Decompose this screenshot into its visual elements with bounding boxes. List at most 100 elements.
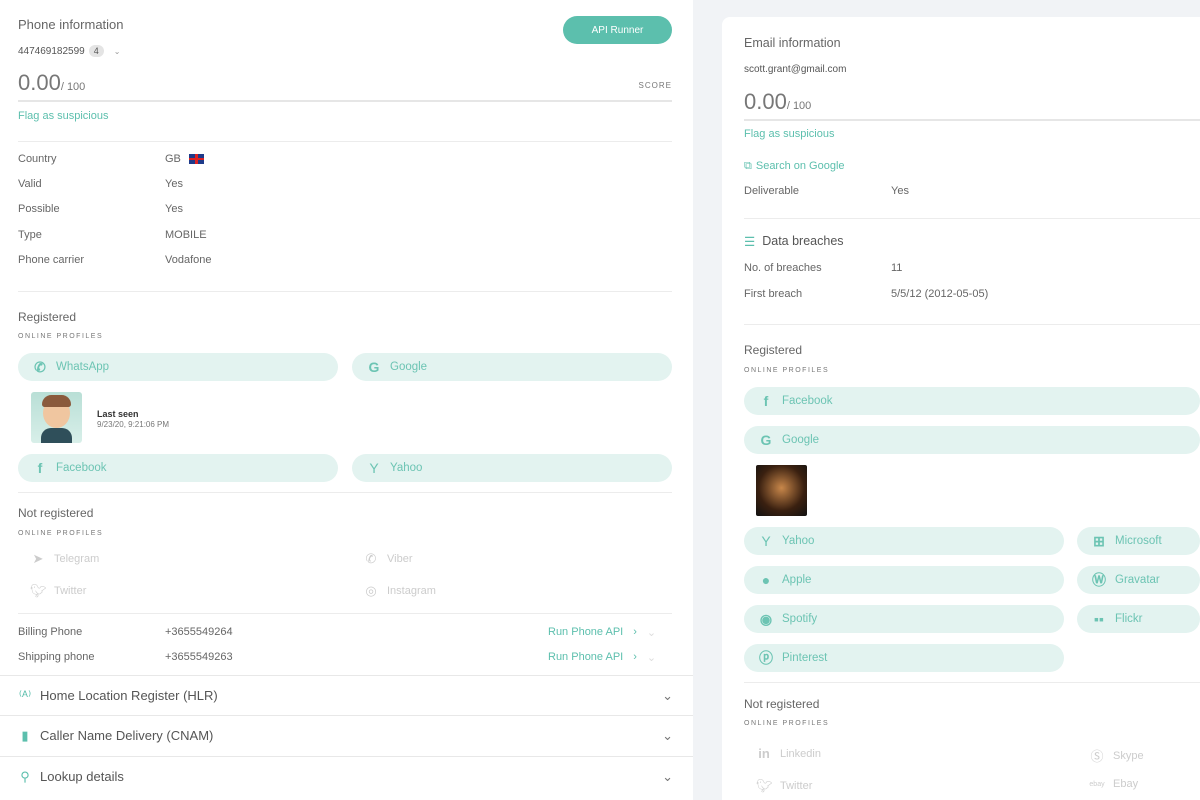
email-score: 0.00/ 100 [744, 89, 811, 115]
field-label: Phone carrier [18, 254, 85, 266]
profile-yahoo[interactable]: Y Yahoo [744, 527, 1064, 555]
yahoo-icon: Y [761, 533, 771, 549]
divider [18, 291, 672, 292]
profile-label: WhatsApp [56, 361, 110, 373]
profile-whatsapp[interactable]: ✆ WhatsApp [18, 353, 338, 381]
divider [18, 613, 672, 614]
profile-microsoft[interactable]: ⊞ Microsoft [1077, 527, 1200, 555]
online-profiles-caption: ONLINE PROFILES [18, 530, 104, 537]
score-max: / 100 [786, 100, 812, 112]
email-address[interactable]: scott.grant@gmail.com [744, 64, 846, 75]
not-registered-heading: Not registered [18, 506, 94, 520]
pinterest-icon: ⓟ [759, 650, 773, 666]
search-icon: ⚲ [20, 768, 30, 784]
flag-suspicious-link[interactable]: Flag as suspicious [744, 128, 835, 140]
profile-google[interactable]: G Google [744, 426, 1200, 454]
first-breach-label: First breach [744, 288, 803, 300]
profile-yahoo[interactable]: Y Yahoo [352, 454, 672, 482]
linkedin-icon: in [758, 746, 770, 761]
field-value: GB [165, 153, 181, 165]
uk-flag-icon [188, 154, 204, 164]
field-label: Country [18, 153, 57, 165]
viber-icon: ✆ [365, 551, 377, 566]
run-phone-api-shipping[interactable]: Run Phone API › ⌄ [548, 651, 656, 664]
avatar [31, 392, 82, 443]
profile-spotify[interactable]: ◉ Spotify [744, 605, 1064, 633]
score-bar [18, 100, 672, 102]
online-profiles-caption: ONLINE PROFILES [744, 720, 830, 727]
profile-label: Google [782, 434, 820, 446]
profile-label: Ebay [1113, 778, 1139, 790]
accordion-cnam[interactable]: ▮ Caller Name Delivery (CNAM) ⌄ [0, 715, 693, 755]
chevron-down-icon: ⌄ [646, 652, 657, 664]
profile-label: Telegram [54, 553, 100, 565]
deliverable-label: Deliverable [744, 185, 800, 197]
api-runner-button[interactable]: API Runner [563, 16, 672, 44]
profile-label: Twitter [780, 780, 813, 792]
profile-gravatar[interactable]: Ⓦ Gravatar [1077, 566, 1200, 594]
database-icon: ☰ [744, 235, 756, 249]
windows-icon: ⊞ [1093, 532, 1105, 549]
accordion-title: Lookup details [40, 769, 124, 784]
registered-heading: Registered [18, 310, 77, 324]
accordion-title: Home Location Register (HLR) [40, 688, 218, 703]
chevron-down-icon: ⌄ [662, 727, 673, 743]
profile-label: Facebook [782, 395, 833, 407]
chevron-down-icon: ⌄ [646, 627, 657, 639]
billing-phone-label: Billing Phone [18, 626, 83, 638]
field-label: Type [18, 229, 42, 241]
field-label: Possible [18, 203, 60, 215]
instagram-icon: ◎ [365, 583, 377, 598]
flag-suspicious-link[interactable]: Flag as suspicious [18, 110, 109, 122]
flickr-icon: ▪▪ [1094, 611, 1104, 627]
phone-number: 447469182599 [18, 45, 85, 57]
wordpress-icon: Ⓦ [1092, 572, 1106, 588]
profile-label: Linkedin [780, 747, 821, 760]
profile-pinterest[interactable]: ⓟ Pinterest [744, 644, 1064, 672]
google-icon: G [368, 359, 380, 375]
profile-facebook[interactable]: f Facebook [744, 387, 1200, 415]
breaches-count-label: No. of breaches [744, 262, 822, 274]
accordion-hlr[interactable]: ⁽ᴬ⁾ Home Location Register (HLR) ⌄ [0, 675, 693, 715]
google-icon: G [760, 432, 772, 448]
chevron-right-icon: › [633, 626, 637, 638]
profile-label: Yahoo [782, 535, 815, 547]
profile-flickr[interactable]: ▪▪ Flickr [1077, 605, 1200, 633]
chevron-down-icon: ⌄ [662, 687, 673, 703]
online-profiles-caption: ONLINE PROFILES [744, 367, 830, 374]
search-on-google-link[interactable]: ⧉ Search on Google [744, 160, 845, 173]
profile-label: Pinterest [782, 652, 828, 664]
data-breaches-heading: ☰ Data breaches [744, 234, 844, 249]
phone-title: Phone information [18, 17, 124, 32]
divider [744, 218, 1200, 219]
profile-ebay: ebay Ebay [1089, 778, 1138, 790]
profile-google[interactable]: G Google [352, 353, 672, 381]
divider [18, 492, 672, 493]
profile-apple[interactable]: ● Apple [744, 566, 1064, 594]
field-value: Yes [165, 178, 183, 190]
run-phone-api-billing[interactable]: Run Phone API › ⌄ [548, 626, 656, 639]
profile-facebook[interactable]: f Facebook [18, 454, 338, 482]
accordion-title: Caller Name Delivery (CNAM) [40, 728, 214, 743]
profile-label: Apple [782, 574, 812, 586]
field-label: Valid [18, 178, 42, 190]
twitter-icon: 🐦︎ [756, 778, 773, 793]
score-bar [744, 119, 1200, 121]
chevron-down-icon: ⌄ [662, 768, 673, 784]
profile-label: Microsoft [1115, 535, 1162, 547]
chevron-right-icon: › [633, 651, 637, 663]
billing-phone-value: +3655549264 [165, 626, 233, 638]
profile-label: Spotify [782, 613, 818, 625]
contact-card-icon: ▮ [21, 727, 29, 743]
profile-photo [756, 465, 807, 516]
spotify-icon: ◉ [759, 610, 773, 627]
deliverable-value: Yes [891, 185, 909, 197]
phone-number-select[interactable]: 447469182599 4 ⌄ [18, 45, 120, 57]
telegram-icon: ➤ [32, 551, 44, 566]
field-value: Yes [165, 203, 183, 215]
phone-information-panel: Phone information 447469182599 4 ⌄ API R… [0, 0, 693, 800]
accordion-lookup[interactable]: ⚲ Lookup details ⌄ [0, 756, 693, 796]
run-phone-api-link: Run Phone API [548, 651, 624, 663]
profile-label: Viber [387, 553, 413, 565]
profile-twitter: 🐦︎ Twitter [756, 778, 812, 794]
